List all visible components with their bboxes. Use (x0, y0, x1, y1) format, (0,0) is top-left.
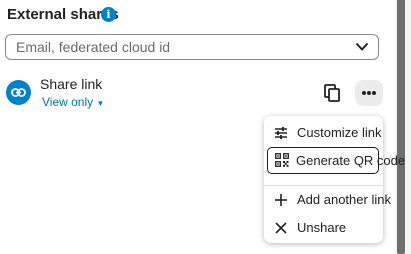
share-search-box[interactable] (5, 34, 379, 60)
share-search-input[interactable] (6, 35, 346, 59)
plus-icon (275, 194, 287, 206)
info-icon[interactable]: i (101, 7, 116, 22)
share-link-label: Share link (40, 76, 103, 92)
link-avatar (6, 80, 31, 105)
more-dot-icon (362, 91, 366, 95)
more-dot-icon (367, 91, 371, 95)
menu-item-add-another-link[interactable]: Add another link (264, 186, 391, 213)
menu-item-customize-link[interactable]: Customize link (264, 119, 383, 146)
permission-dropdown[interactable]: View only ▾ (42, 95, 103, 110)
close-icon (275, 222, 287, 234)
share-actions-menu: Customize link Generate QR code Add anot… (264, 116, 405, 243)
menu-item-label: Generate QR code (296, 153, 406, 168)
caret-down-icon: ▾ (98, 98, 103, 108)
scrollbar-thumb[interactable] (397, 0, 405, 254)
chevron-down-icon[interactable] (355, 41, 369, 53)
link-icon (11, 88, 26, 97)
tune-icon (275, 127, 287, 139)
menu-item-label: Unshare (297, 220, 347, 235)
menu-item-label: Add another link (297, 192, 391, 207)
menu-item-generate-qr-code[interactable]: Generate QR code (267, 147, 405, 174)
more-dot-icon (372, 91, 376, 95)
copy-icon[interactable] (321, 82, 343, 104)
menu-item-unshare[interactable]: Unshare (264, 214, 383, 241)
more-actions-button[interactable] (355, 80, 383, 106)
qr-code-icon (275, 153, 289, 167)
permission-label: View only (42, 95, 94, 109)
menu-item-label: Customize link (297, 125, 382, 140)
